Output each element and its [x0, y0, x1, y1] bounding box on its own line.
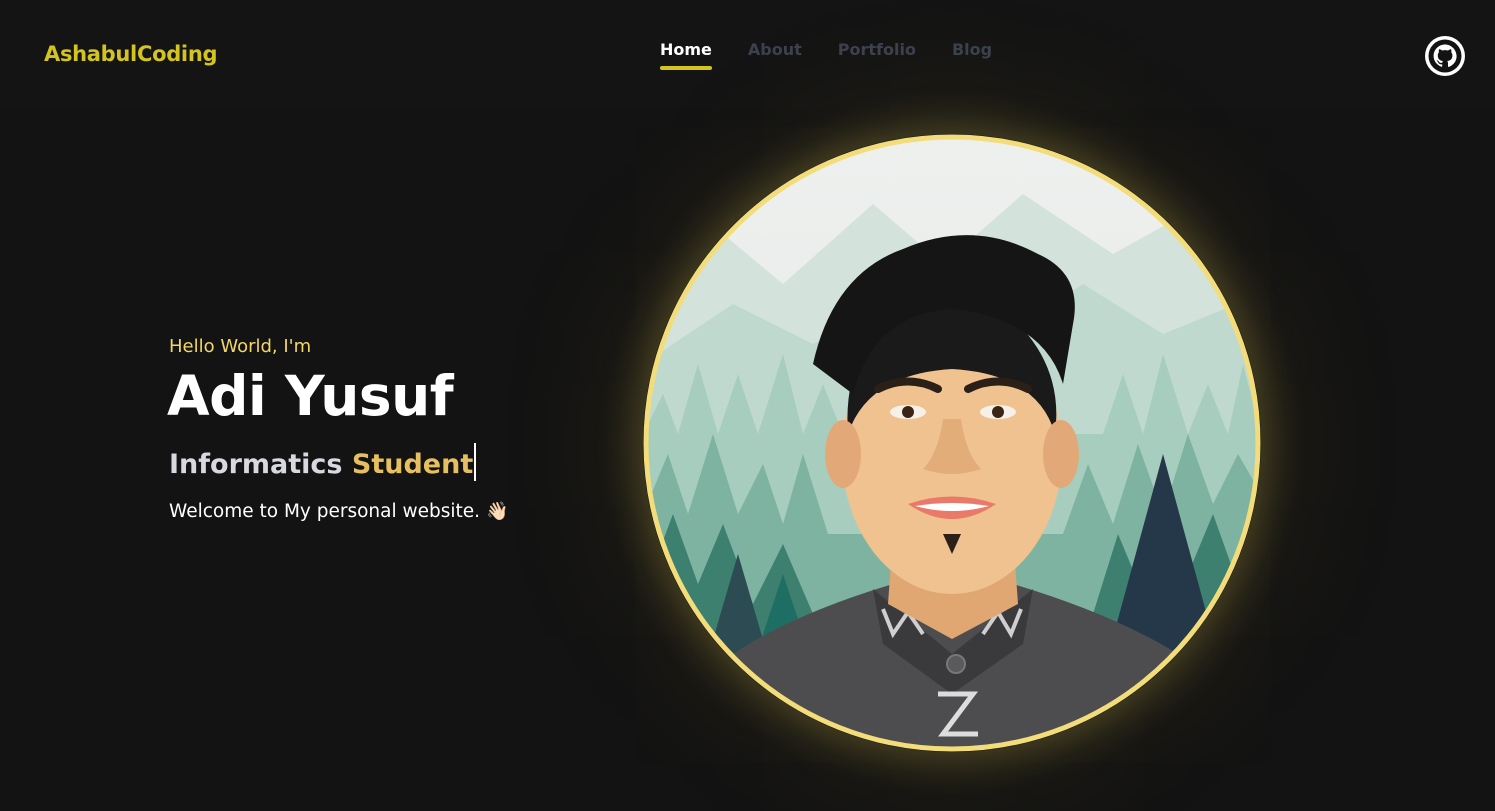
header: AshabulCoding Home About Portfolio Blog [0, 0, 1495, 110]
typed-role: Informatics Student [169, 443, 477, 481]
nav-portfolio[interactable]: Portfolio [838, 40, 916, 65]
welcome-message: Welcome to My personal website. [169, 501, 481, 522]
nav-about[interactable]: About [748, 40, 802, 65]
nav-home[interactable]: Home [660, 40, 712, 70]
welcome-text: Welcome to My personal website. 👋🏻 [169, 501, 508, 522]
hero-name: Adi Yusuf [167, 364, 454, 428]
greeting-text: Hello World, I'm [169, 336, 312, 357]
typing-caret [474, 443, 477, 481]
page: AshabulCoding Home About Portfolio Blog … [0, 0, 1495, 811]
brand-logo[interactable]: AshabulCoding [44, 42, 218, 66]
main-nav: Home About Portfolio Blog [660, 40, 992, 70]
nav-blog[interactable]: Blog [952, 40, 992, 65]
wave-icon: 👋🏻 [485, 501, 509, 522]
role-word-1: Informatics [169, 449, 343, 480]
github-icon[interactable] [1425, 36, 1465, 76]
avatar-illustration [643, 134, 1261, 752]
avatar-frame [643, 134, 1261, 752]
role-word-2: Student [351, 449, 474, 480]
